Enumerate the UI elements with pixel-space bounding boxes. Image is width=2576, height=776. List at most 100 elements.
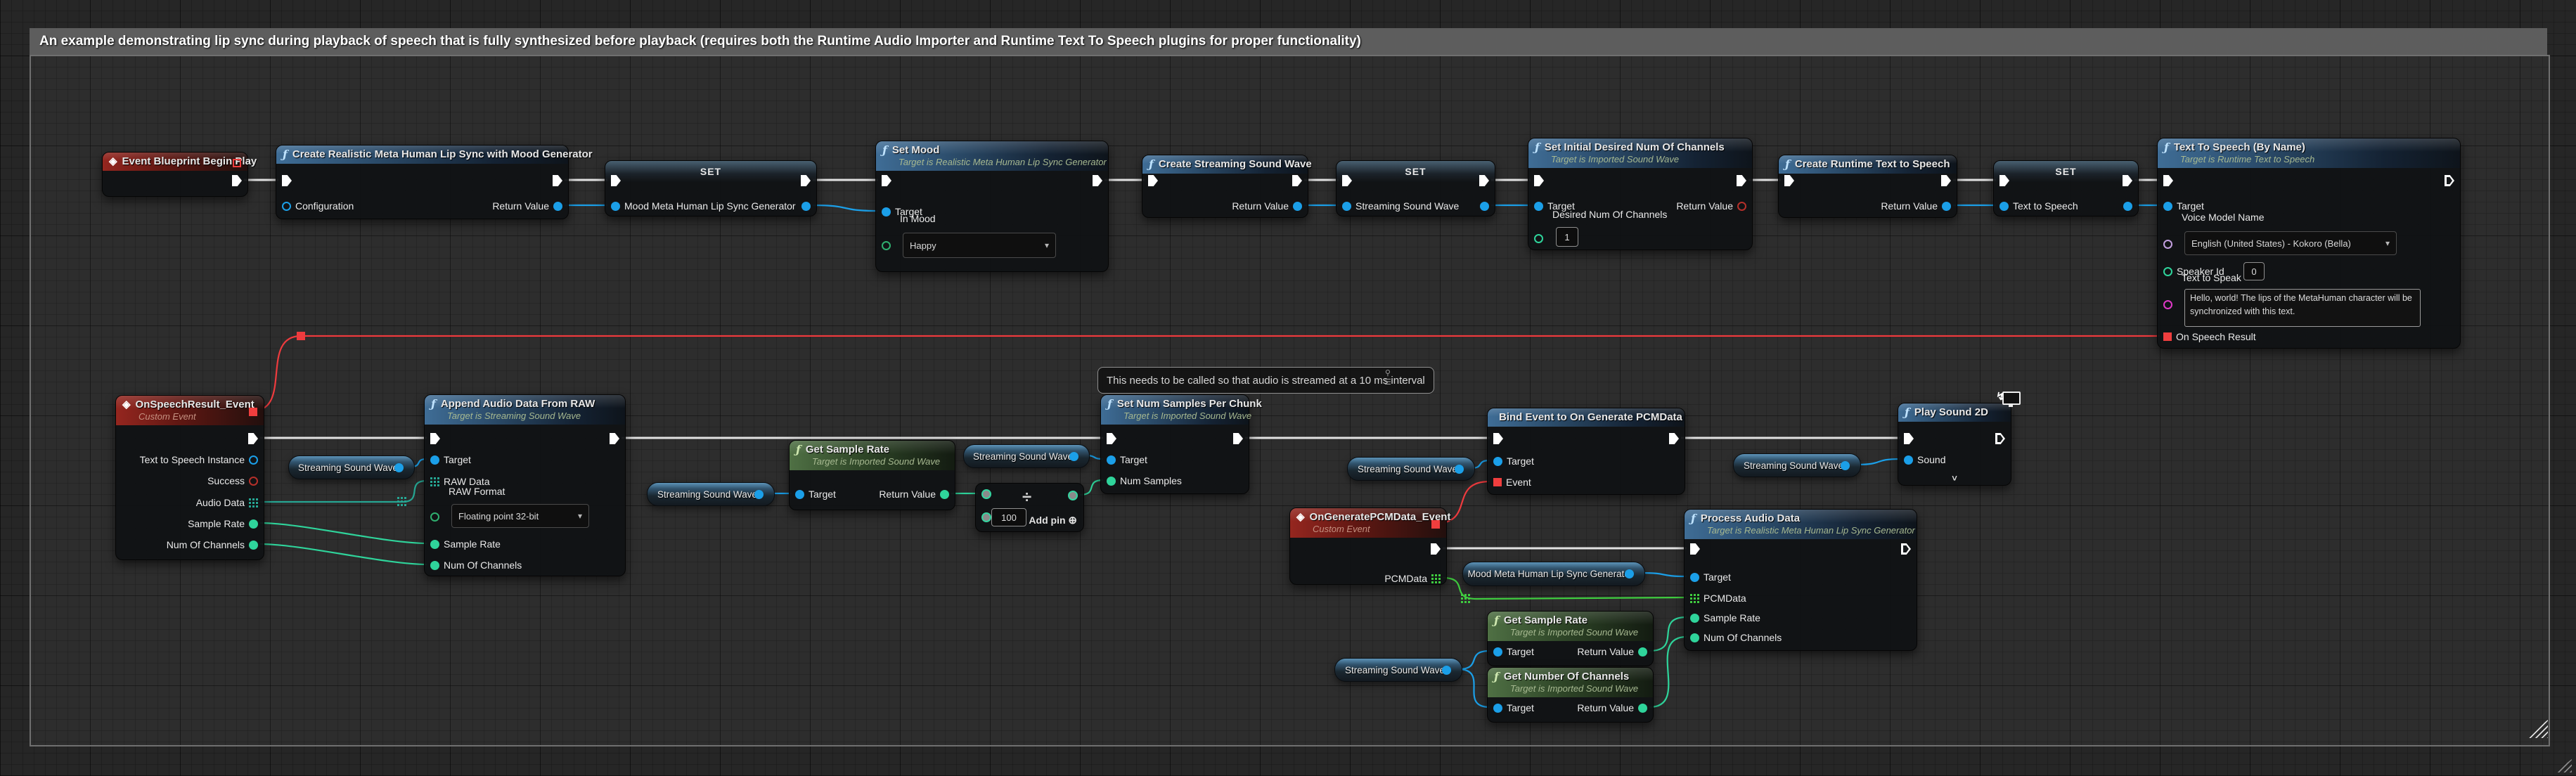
exec_out-pin-row[interactable] (248, 432, 258, 445)
window-resize-grip[interactable] (2555, 759, 2572, 772)
pcmdata-pin-row[interactable]: PCMData (1690, 592, 1746, 604)
wildcard-pin[interactable] (1068, 491, 1078, 500)
exec-pin[interactable] (2445, 175, 2454, 186)
exec_out-pin-row[interactable] (1233, 432, 1243, 445)
obj-pin[interactable] (1942, 202, 1951, 211)
exec-pin[interactable] (1342, 175, 1352, 186)
set-mood-node[interactable]: ƒSet MoodTarget is Realistic Meta Human … (875, 141, 1109, 272)
exec_in-pin-row[interactable] (1493, 432, 1503, 445)
streaming-sound-wave-var-pill[interactable]: Streaming Sound Wave (647, 482, 775, 506)
sample-rate-pin-row[interactable]: Sample Rate (188, 517, 258, 530)
text-to-speech-instance-pin-row[interactable]: Text to Speech Instance (140, 453, 258, 466)
target-pin-row[interactable]: Target (1107, 453, 1147, 466)
int-pin[interactable] (940, 490, 949, 499)
dropdown-inmood[interactable]: Happy▾ (903, 233, 1056, 258)
exec_out-pin-row[interactable] (2445, 174, 2454, 187)
play-sound-2d-node[interactable]: ƒPlay Sound 2D↯˅Sound (1898, 403, 2011, 486)
obj-pin[interactable] (611, 202, 620, 211)
obj-pin[interactable] (801, 202, 811, 211)
target-pin-row[interactable]: Target (2163, 200, 2204, 212)
create-realistic-metahuman-lipsync-node[interactable]: ƒCreate Realistic Meta Human Lip Sync wi… (276, 145, 569, 219)
streaming-sound-wave-var-pill[interactable]: Streaming Sound Wave (963, 444, 1090, 468)
array-pin[interactable] (1431, 574, 1441, 583)
obj-pin[interactable] (1493, 457, 1502, 466)
exec-pin[interactable] (610, 433, 619, 444)
num-of-channels-pin-row[interactable]: Num Of Channels (430, 559, 522, 571)
streaming-sound-wave-var-pill[interactable]: Streaming Sound Wave (1347, 457, 1475, 481)
delegate-pin[interactable] (2163, 332, 2172, 341)
obj-pin[interactable] (1841, 461, 1850, 470)
target-pin-row[interactable]: Target (430, 453, 471, 466)
exec_out-pin-row[interactable] (1995, 432, 2005, 445)
audio-data-pin-row[interactable]: Audio Data (196, 496, 258, 509)
exec-pin[interactable] (553, 175, 562, 186)
numbox-speaker[interactable]: 0 (2243, 262, 2265, 280)
exec-pin[interactable] (801, 175, 811, 186)
sample-rate-pin-row[interactable]: Sample Rate (1690, 612, 1760, 624)
obj-pin[interactable] (1999, 202, 2009, 211)
streaming-sound-wave-var-pill[interactable]: Streaming Sound Wave (1334, 658, 1462, 682)
obj-pin[interactable] (754, 490, 764, 499)
exec_out-pin-row[interactable] (1292, 174, 1302, 187)
textbox-text[interactable]: Hello, world! The lips of the MetaHuman … (2184, 289, 2421, 327)
obj-pin[interactable] (1493, 647, 1502, 657)
obj-pin[interactable] (2123, 202, 2132, 211)
exec_out-pin-row[interactable] (610, 432, 619, 445)
interval-comment-bubble[interactable]: This needs to be called so that audio is… (1097, 367, 1434, 394)
exec-pin[interactable] (430, 433, 440, 444)
exec-pin[interactable] (1292, 175, 1302, 186)
exec_in-pin-row[interactable] (282, 174, 292, 187)
exec_in-pin-row[interactable] (1107, 432, 1116, 445)
wildcard-pin[interactable] (981, 489, 991, 499)
append-audio-data-from-raw-node[interactable]: ƒAppend Audio Data From RAWTarget is Str… (424, 394, 626, 576)
reroute-node[interactable] (297, 332, 305, 340)
on-speech-result-event-node[interactable]: ◈OnSpeechResult_EventCustom EventText to… (115, 395, 264, 560)
exec_in-pin-row[interactable] (1999, 174, 2009, 187)
b-pin-row[interactable] (981, 511, 991, 524)
exec-pin[interactable] (1901, 543, 1911, 555)
mood-meta-human-lip-sync-generator-pin-row[interactable]: Mood Meta Human Lip Sync Generator (611, 200, 796, 212)
add-pin-icon[interactable]: ⊕ (1068, 515, 1077, 526)
obj-pin[interactable] (1480, 202, 1489, 211)
create-streaming-sound-wave-node[interactable]: ƒCreate Streaming Sound WaveReturn Value (1142, 155, 1308, 218)
num-of-channels-pin-row[interactable]: Num Of Channels (1690, 631, 1782, 644)
delegate-pin[interactable] (1431, 520, 1440, 529)
pcmdata-pin-row[interactable]: PCMData (1384, 572, 1441, 585)
on-generate-pcmdata-event-node[interactable]: ◈OnGeneratePCMData_EventCustom EventPCMD… (1289, 507, 1447, 585)
obj-pin[interactable] (282, 202, 291, 211)
target-pin-row[interactable]: Target (795, 488, 836, 500)
get-sample-rate-node[interactable]: ƒGet Sample RateTarget is Imported Sound… (1487, 611, 1654, 666)
delegate-pin[interactable] (249, 408, 257, 416)
exec_out-pin-row[interactable] (2123, 174, 2132, 187)
exec-pin[interactable] (1431, 543, 1441, 555)
expand-pins-chevron-icon[interactable]: ˅ (1898, 473, 2011, 484)
add-pin-button[interactable]: Add pin ⊕ (1029, 514, 1077, 526)
num-samples-pin-row[interactable]: Num Samples (1107, 474, 1182, 487)
exec-pin[interactable] (1690, 543, 1700, 555)
return-value-pin-row[interactable]: Return Value (1676, 200, 1746, 212)
bool-pin[interactable] (249, 477, 258, 486)
process-audio-data-node[interactable]: ƒProcess Audio DataTarget is Realistic M… (1684, 509, 1917, 651)
numbox-b[interactable]: 100 (991, 508, 1026, 526)
int-pin[interactable] (1534, 234, 1543, 243)
desired-num-of-channels-pin-row[interactable] (1534, 232, 1543, 245)
exec_out-pin-row[interactable] (1737, 174, 1746, 187)
set-num-samples-per-chunk-node[interactable]: ƒSet Num Samples Per ChunkTarget is Impo… (1100, 394, 1249, 494)
obj-pin[interactable] (2163, 202, 2172, 211)
wildcard-pin[interactable] (981, 512, 991, 522)
obj-pin[interactable] (795, 490, 804, 499)
obj-pin[interactable] (1493, 704, 1502, 713)
int-pin[interactable] (2163, 267, 2172, 276)
success-pin-row[interactable]: Success (207, 474, 258, 487)
exec-pin[interactable] (1093, 175, 1102, 186)
exec_out-pin-row[interactable] (1901, 543, 1911, 555)
obj-pin[interactable] (553, 202, 562, 211)
target-pin-row[interactable]: Target (1493, 455, 1534, 467)
exec-pin[interactable] (1941, 175, 1951, 186)
int-pin[interactable] (1107, 477, 1116, 486)
string-pin[interactable] (2163, 300, 2172, 309)
array-pin[interactable] (1690, 594, 1699, 603)
exec-pin[interactable] (282, 175, 292, 186)
streaming-sound-wave-var-pill[interactable]: Streaming Sound Wave (288, 455, 415, 479)
int-pin[interactable] (1638, 704, 1647, 713)
